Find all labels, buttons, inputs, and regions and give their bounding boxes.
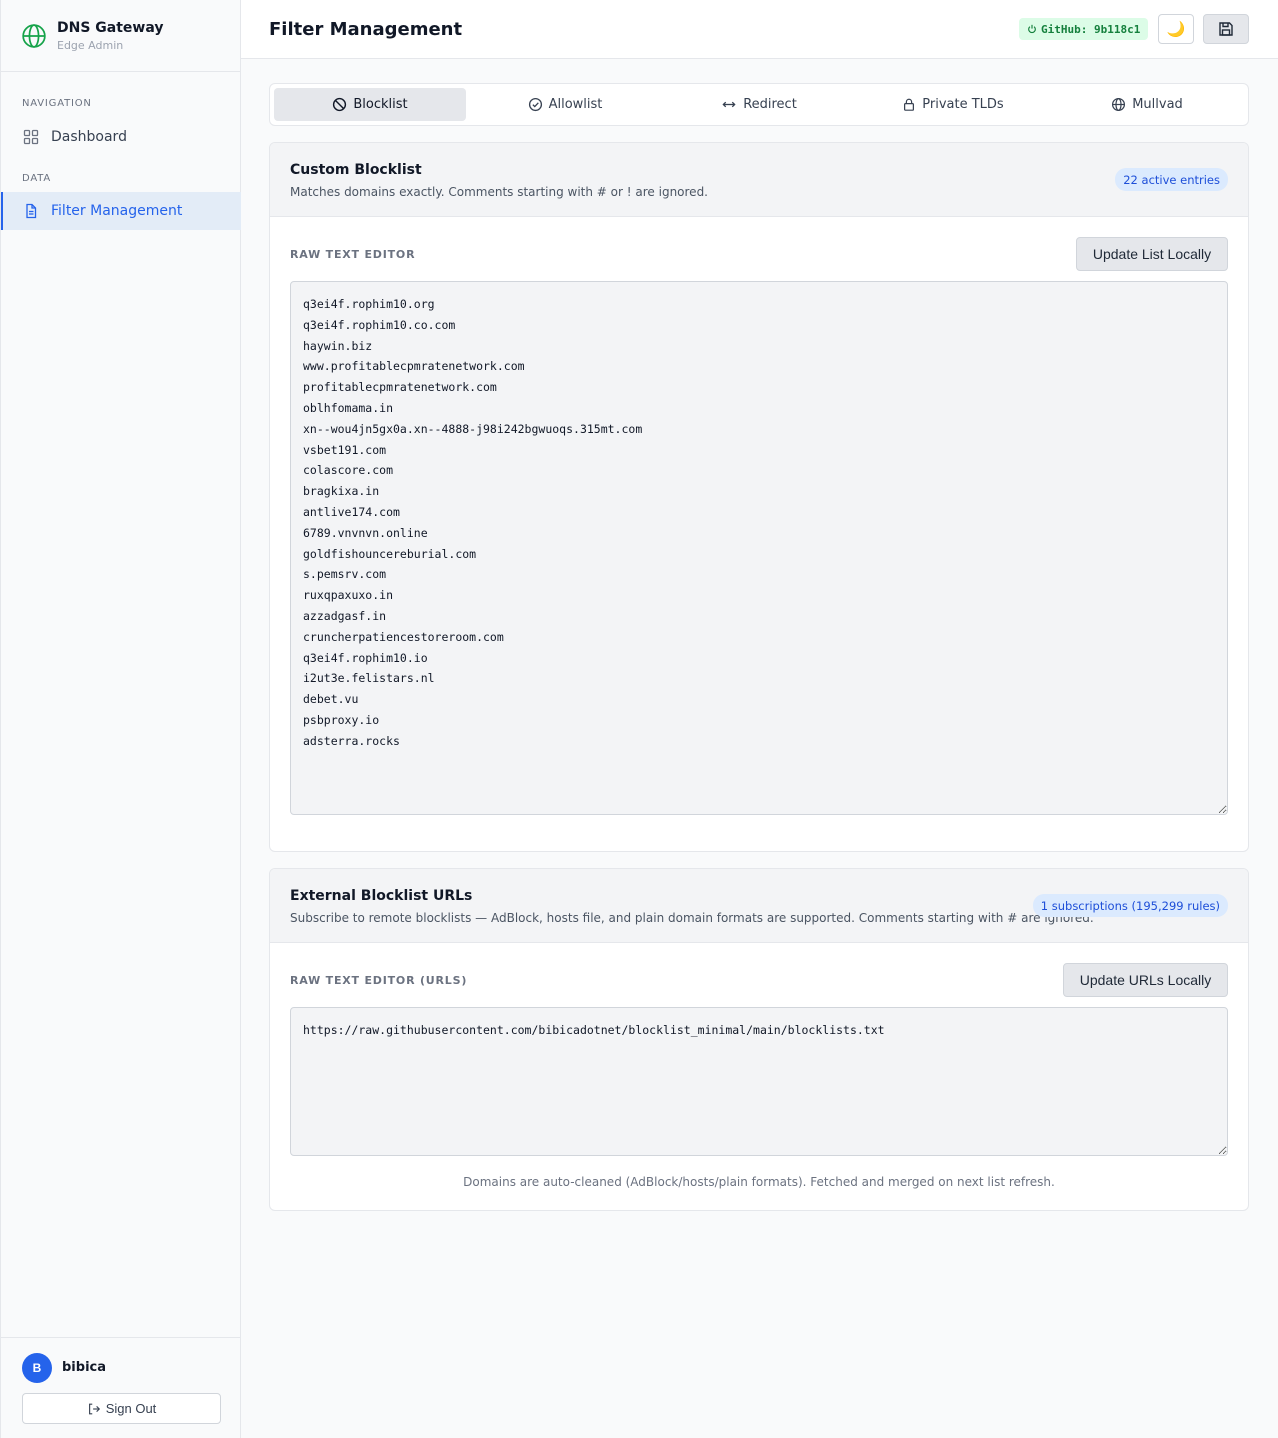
tab-allowlist[interactable]: Allowlist — [469, 88, 661, 121]
globe-icon — [1112, 97, 1126, 112]
tab-blocklist[interactable]: Blocklist — [274, 88, 466, 121]
subscriptions-badge: 1 subscriptions (195,299 rules) — [1032, 894, 1228, 917]
arrows-horizontal-icon — [722, 101, 736, 108]
username: bibica — [62, 1360, 107, 1375]
lock-icon — [904, 98, 915, 111]
urls-editor[interactable]: https://raw.githubusercontent.com/bibica… — [290, 1007, 1228, 1156]
tab-redirect[interactable]: Redirect — [663, 88, 855, 121]
card-header: Custom Blocklist Matches domains exactly… — [270, 143, 1248, 217]
github-badge-text: GitHub: 9b118c1 — [1041, 22, 1141, 36]
brand-title: DNS Gateway — [57, 19, 164, 36]
sign-out-button[interactable]: Sign Out — [22, 1393, 221, 1424]
sidebar: DNS Gateway Edge Admin NAVIGATION Dashbo… — [0, 0, 241, 1438]
tab-label: Redirect — [743, 97, 797, 112]
sidebar-item-filter-management[interactable]: Filter Management — [1, 192, 241, 230]
sidebar-item-label: Dashboard — [51, 129, 127, 145]
tab-mullvad[interactable]: Mullvad — [1051, 88, 1243, 121]
tab-private-tlds[interactable]: Private TLDs — [857, 88, 1049, 121]
update-urls-button[interactable]: Update URLs Locally — [1063, 963, 1228, 997]
card-title: External Blocklist URLs — [290, 888, 473, 904]
sign-out-icon — [88, 1403, 100, 1414]
brand: DNS Gateway Edge Admin — [1, 0, 240, 72]
blocklist-editor[interactable]: q3ei4f.rophim10.org q3ei4f.rophim10.co.c… — [290, 281, 1228, 815]
avatar: B — [22, 1353, 52, 1383]
nav-section-data: DATA — [22, 173, 51, 184]
card-description: Subscribe to remote blocklists — AdBlock… — [290, 911, 1094, 925]
save-button[interactable] — [1203, 14, 1249, 44]
card-title: Custom Blocklist — [290, 162, 422, 178]
editor-label: RAW TEXT EDITOR (URLS) — [290, 974, 468, 987]
file-icon — [26, 203, 37, 219]
theme-toggle-button[interactable]: 🌙 — [1158, 14, 1194, 44]
footnote: Domains are auto-cleaned (AdBlock/hosts/… — [463, 1175, 1055, 1189]
page-title: Filter Management — [269, 19, 463, 40]
card-description: Matches domains exactly. Comments starti… — [290, 185, 708, 199]
external-blocklist-card: External Blocklist URLs Subscribe to rem… — [269, 868, 1249, 1211]
sidebar-item-label: Filter Management — [51, 203, 183, 219]
sign-out-label: Sign Out — [105, 1401, 157, 1416]
power-icon — [1028, 24, 1036, 34]
globe-icon — [22, 23, 46, 48]
grid-icon — [23, 129, 39, 145]
brand-subtitle: Edge Admin — [57, 38, 124, 52]
moon-icon: 🌙 — [1166, 21, 1186, 38]
custom-blocklist-card: Custom Blocklist Matches domains exactly… — [269, 142, 1249, 852]
tab-label: Private TLDs — [922, 97, 1004, 112]
editor-label: RAW TEXT EDITOR — [290, 248, 416, 261]
header: Filter Management GitHub: 9b118c1 🌙 — [241, 0, 1278, 59]
ban-icon — [333, 97, 347, 112]
sidebar-item-dashboard[interactable]: Dashboard — [1, 118, 241, 156]
filter-tabs: Blocklist Allowlist Redirect Private TLD… — [269, 83, 1249, 126]
active-entries-badge: 22 active entries — [1115, 168, 1228, 191]
update-list-button[interactable]: Update List Locally — [1076, 237, 1228, 271]
card-header: External Blocklist URLs Subscribe to rem… — [270, 869, 1248, 943]
nav-section-navigation: NAVIGATION — [22, 98, 92, 109]
user-area: B bibica Sign Out — [1, 1337, 241, 1438]
check-circle-icon — [528, 97, 542, 112]
floppy-disk-icon — [1219, 22, 1233, 36]
github-version-badge[interactable]: GitHub: 9b118c1 — [1019, 18, 1149, 40]
tab-label: Allowlist — [548, 97, 603, 112]
tab-label: Blocklist — [353, 97, 408, 112]
tab-label: Mullvad — [1132, 97, 1183, 112]
